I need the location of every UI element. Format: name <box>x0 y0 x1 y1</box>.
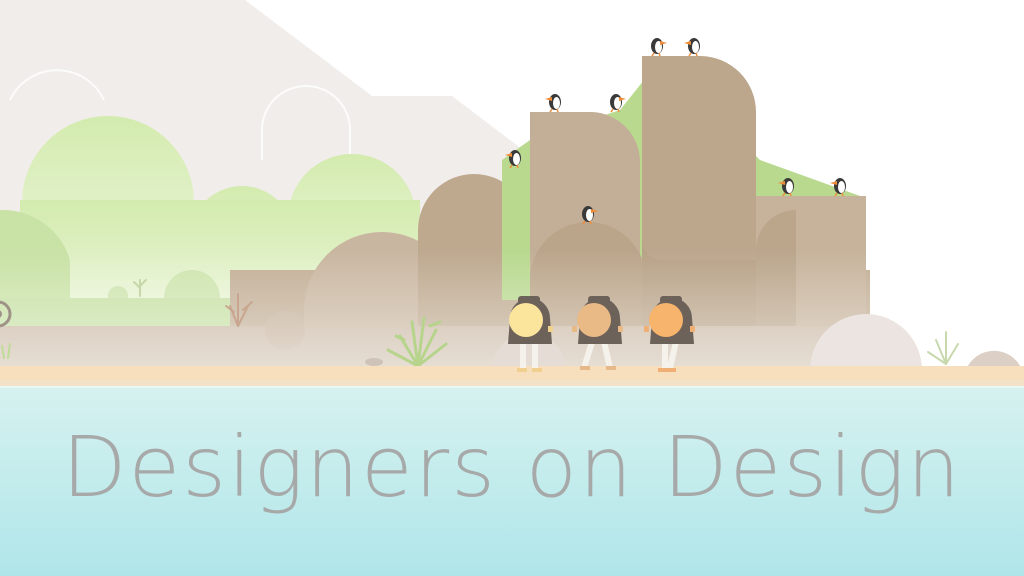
caption-title: Designers on Design <box>61 418 963 516</box>
game-scene: Designers on Design <box>0 0 1024 576</box>
shoreline <box>0 380 1024 386</box>
